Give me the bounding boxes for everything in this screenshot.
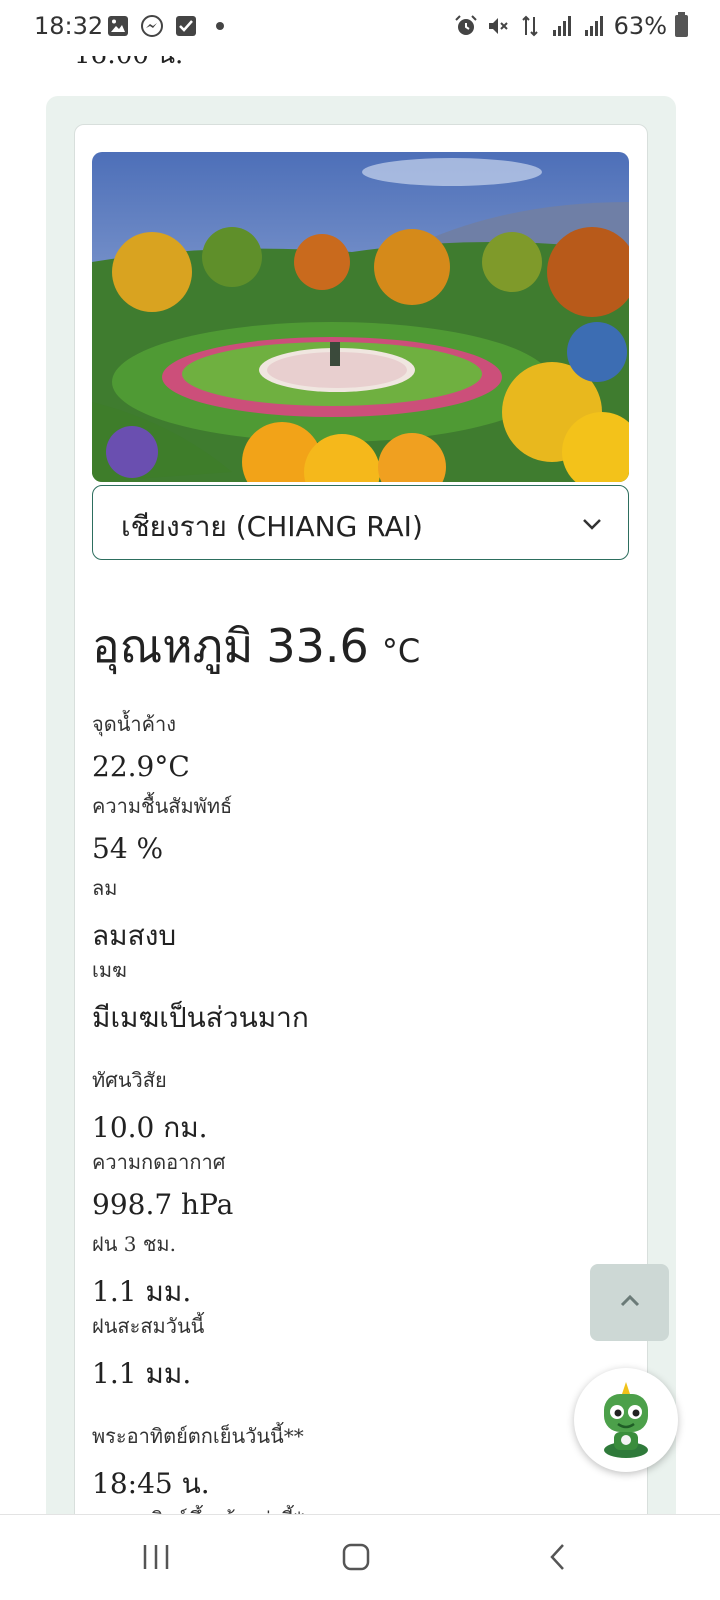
metric-rain-3h: ฝน 3 ชม. 1.1 มม. [92, 1228, 191, 1314]
province-select[interactable]: เชียงราย (CHIANG RAI) [92, 485, 629, 560]
metric-value: 1.1 มม. [92, 1275, 192, 1308]
home-button[interactable] [336, 1539, 376, 1579]
metric-label: ความชื้นสัมพัทธ์ [92, 794, 233, 818]
metric-value: 18:45 น. [92, 1467, 210, 1500]
metric-label: ฝนสะสมวันนี้ [92, 1314, 205, 1338]
metric-value: มีเมฆเป็นส่วนมาก [92, 1001, 309, 1034]
metric-value: ลมสงบ [92, 919, 177, 952]
metric-humidity: ความชื้นสัมพัทธ์ 54 % [92, 790, 232, 865]
temperature-unit: °C [381, 632, 421, 670]
battery-icon [675, 12, 688, 37]
battery-percent: 63% [613, 12, 667, 40]
metric-label: ความกดอากาศ [92, 1150, 226, 1174]
metric-value: 998.7 hPa [92, 1188, 234, 1221]
temperature-heading: อุณหภูมิ 33.6 °C [92, 610, 420, 683]
back-icon [546, 1542, 570, 1576]
metric-label: จุดน้ำค้าง [92, 712, 176, 736]
recent-apps-button[interactable] [136, 1539, 176, 1579]
robot-mascot-icon [584, 1376, 668, 1464]
metric-value: 22.9°C [92, 750, 190, 783]
chevron-up-icon [616, 1287, 644, 1319]
province-photo [92, 152, 629, 482]
status-left-icons [106, 14, 224, 38]
metric-label: พระอาทิตย์ตกเย็นวันนี้** [92, 1424, 304, 1448]
notification-dot [216, 22, 224, 30]
checkbox-icon [174, 14, 198, 38]
alarm-icon [454, 14, 478, 38]
metric-label: ลม [92, 876, 118, 900]
temperature-value: 33.6 [266, 619, 369, 673]
recent-apps-icon [141, 1543, 171, 1575]
image-icon [106, 14, 130, 38]
system-navigation-bar [0, 1514, 720, 1600]
metric-rain-today: ฝนสะสมวันนี้ 1.1 มม. [92, 1310, 204, 1396]
chatbot-mascot-button[interactable] [574, 1368, 678, 1472]
metric-wind: ลม ลมสงบ [92, 872, 176, 958]
status-right-icons: 63% [454, 12, 688, 40]
metric-value: 1.1 มม. [92, 1357, 192, 1390]
back-button[interactable] [538, 1539, 578, 1579]
scroll-to-top-button[interactable] [590, 1264, 669, 1341]
data-arrows-icon [518, 14, 542, 38]
metric-label: ทัศนวิสัย [92, 1068, 167, 1092]
signal-icon [550, 14, 574, 38]
signal-icon [582, 14, 606, 38]
mute-icon [486, 14, 510, 38]
metric-value: 10.0 กม. [92, 1111, 208, 1144]
temperature-label: อุณหภูมิ [92, 619, 254, 673]
metric-label: ฝน 3 ชม. [92, 1232, 176, 1256]
metric-sunset: พระอาทิตย์ตกเย็นวันนี้** 18:45 น. [92, 1420, 304, 1506]
metric-visibility: ทัศนวิสัย 10.0 กม. [92, 1064, 208, 1150]
province-select-value: เชียงราย (CHIANG RAI) [121, 510, 423, 543]
metric-label: เมฆ [92, 958, 127, 982]
metric-value: 54 % [92, 832, 164, 865]
metric-cloud: เมฆ มีเมฆเป็นส่วนมาก [92, 954, 309, 1040]
status-bar: 18:32 63% [0, 0, 720, 56]
chevron-down-icon [578, 510, 606, 538]
metric-dewpoint: จุดน้ำค้าง 22.9°C [92, 708, 190, 783]
messenger-icon [140, 14, 164, 38]
home-icon [341, 1542, 371, 1576]
metric-sunrise-label: พระอาทิตย์ขึ้นเช้าพรุ่งนี้* [92, 1503, 304, 1514]
metric-pressure: ความกดอากาศ 998.7 hPa [92, 1146, 233, 1221]
status-time: 18:32 [34, 12, 104, 40]
